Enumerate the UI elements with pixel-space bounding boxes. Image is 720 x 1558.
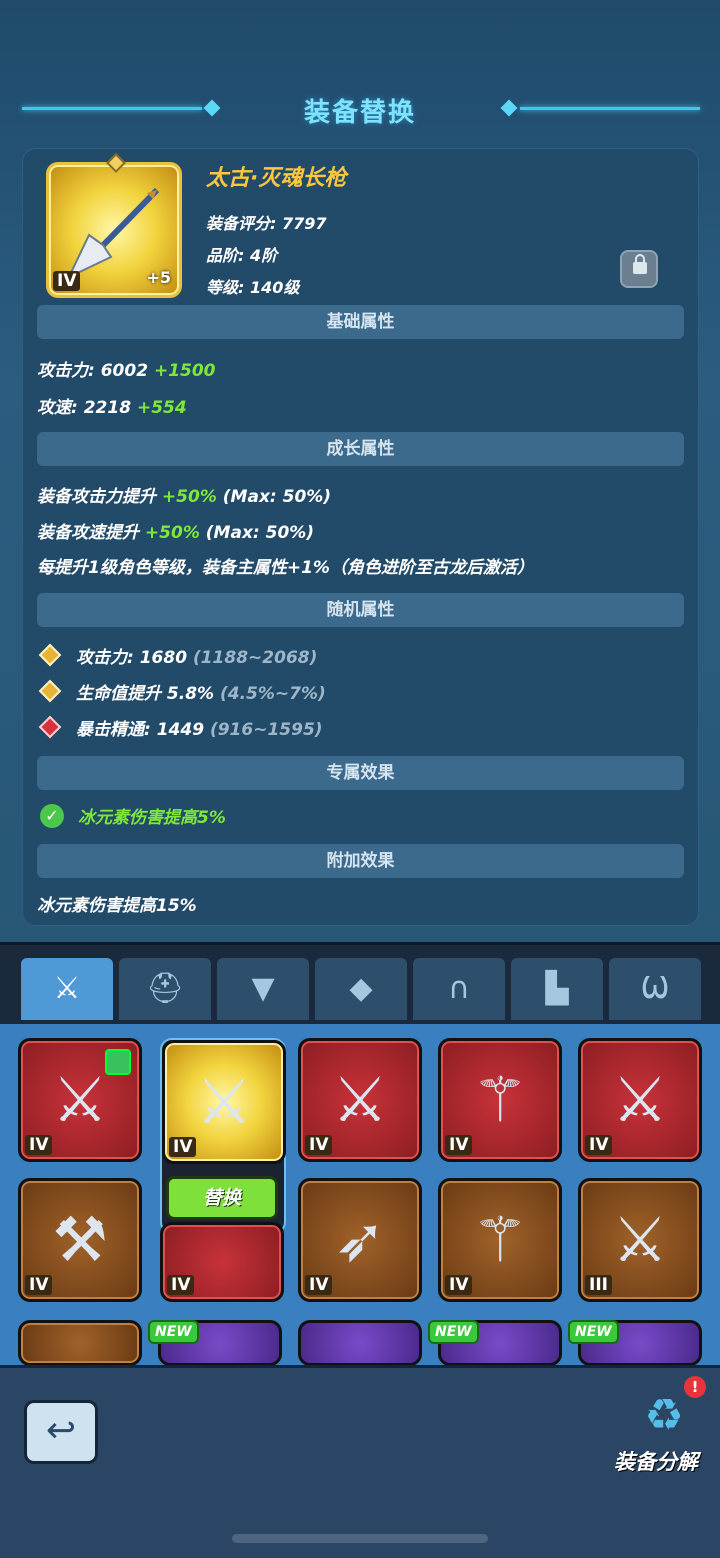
inventory-card[interactable]: IV: [160, 1222, 284, 1302]
recycle-icon: ♻: [644, 1390, 684, 1441]
tier-badge: IV: [305, 1135, 333, 1155]
tab-pants[interactable]: ∩: [413, 958, 505, 1020]
item-score: 装备评分: 7797: [206, 214, 327, 233]
replace-button[interactable]: 替换: [166, 1176, 278, 1220]
tier-badge: IV: [585, 1135, 613, 1155]
inventory-card-partial[interactable]: [18, 1320, 142, 1366]
back-arrow-icon: ↩: [45, 1410, 77, 1451]
random-stat-hp: 生命值提升 5.8% (4.5%~7%): [76, 679, 326, 704]
recycle-label[interactable]: 装备分解: [614, 1446, 698, 1476]
armor-icon: ▼: [251, 971, 275, 1006]
recycle-button[interactable]: ♻: [634, 1388, 694, 1444]
item-grade: 品阶: 4阶: [206, 246, 278, 265]
new-badge: NEW: [148, 1320, 199, 1344]
tier-badge: IV: [169, 1137, 197, 1157]
growth-stat-speed: 装备攻速提升 +50% (Max: 50%): [37, 518, 314, 543]
inventory-card-partial[interactable]: [298, 1320, 422, 1366]
section-extra-effect: 附加效果: [37, 844, 684, 878]
tier-badge: IV: [305, 1275, 333, 1295]
tier-badge: IV: [167, 1275, 195, 1295]
stat-range: (916~1595): [209, 720, 323, 740]
tier-badge: IV: [25, 1135, 53, 1155]
inventory-card[interactable]: ⚔ IV: [18, 1038, 142, 1162]
sword-icon: ⚔: [53, 971, 81, 1006]
base-stat-attack: 攻击力: 6002 +1500: [37, 356, 216, 381]
section-random-stats: 随机属性: [37, 593, 684, 627]
inventory-card[interactable]: ⚔ III: [578, 1178, 702, 1302]
title-row: 装备替换: [0, 88, 720, 128]
stat-range: (4.5%~7%): [220, 684, 326, 704]
extra-effect-text: 冰元素伤害提高15%: [37, 896, 197, 916]
tier-badge: IV: [445, 1275, 473, 1295]
back-button[interactable]: ↩: [24, 1400, 98, 1464]
stat-max: (Max: 50%): [205, 523, 315, 543]
inventory-card[interactable]: ➶ IV: [298, 1178, 422, 1302]
section-base-stats: 基础属性: [37, 305, 684, 339]
section-exclusive-effect: 专属效果: [37, 756, 684, 790]
stat-bonus: +1500: [153, 361, 216, 381]
enhance-level: +5: [146, 268, 171, 287]
base-stat-speed: 攻速: 2218 +554: [37, 393, 187, 418]
stat-label: 装备攻击力提升: [37, 487, 156, 507]
item-level: 等级: 140级: [206, 278, 300, 297]
stat-range: (1188~2068): [192, 648, 318, 668]
equipped-icon: [105, 1049, 131, 1075]
stat-label: 攻击力: 1680: [76, 648, 188, 668]
home-indicator[interactable]: [232, 1534, 488, 1543]
helmet-icon: ⛑: [145, 971, 185, 1006]
inventory-card-selected[interactable]: ⚔ IV: [162, 1040, 286, 1164]
growth-stat-scaling: 每提升1级角色等级，装备主属性+1%（角色进阶至古龙后激活）: [37, 558, 534, 578]
tab-helmet[interactable]: ⛑: [119, 958, 211, 1020]
stat-max: (Max: 50%): [222, 487, 332, 507]
lock-button[interactable]: [620, 250, 658, 288]
item-icon[interactable]: IV +5: [46, 153, 182, 298]
alert-badge: !: [684, 1376, 706, 1398]
tier-badge: IV: [445, 1135, 473, 1155]
stat-bonus: +554: [136, 398, 187, 418]
tab-bracer[interactable]: ◆: [315, 958, 407, 1020]
stat-label: 生命值提升 5.8%: [76, 684, 215, 704]
bottom-bar: [0, 1365, 720, 1558]
inventory-card[interactable]: ⚚ IV: [438, 1038, 562, 1162]
tab-boots[interactable]: ▙: [511, 958, 603, 1020]
stat-label: 暴击精通: 1449: [76, 720, 205, 740]
new-badge: NEW: [568, 1320, 619, 1344]
page-title: 装备替换: [303, 98, 416, 128]
boots-icon: ▙: [545, 971, 569, 1006]
tier-badge: III: [585, 1275, 612, 1295]
inventory-card[interactable]: ⚒ IV: [18, 1178, 142, 1302]
tab-necklace[interactable]: Ѡ: [609, 958, 701, 1020]
stat-bonus: +50%: [144, 523, 200, 543]
stat-label: 攻速: 2218: [37, 398, 132, 418]
exclusive-effect-text: 冰元素伤害提高5%: [78, 808, 226, 828]
new-badge: NEW: [428, 1320, 479, 1344]
check-icon: ✓: [40, 804, 64, 828]
inventory-card[interactable]: ⚚ IV: [438, 1178, 562, 1302]
inventory-card[interactable]: ⚔ IV: [578, 1038, 702, 1162]
stat-label: 装备攻速提升: [37, 523, 139, 543]
tier-badge: IV: [25, 1275, 53, 1295]
item-name: 太古·灭魂长枪: [206, 166, 347, 191]
section-growth-stats: 成长属性: [37, 432, 684, 466]
random-stat-attack: 攻击力: 1680 (1188~2068): [76, 643, 317, 668]
tier-badge: IV: [53, 271, 81, 291]
stat-bonus: +50%: [161, 487, 217, 507]
tab-weapon[interactable]: ⚔: [21, 958, 113, 1020]
pants-icon: ∩: [448, 971, 470, 1006]
bracer-icon: ◆: [349, 971, 373, 1006]
growth-stat-attack: 装备攻击力提升 +50% (Max: 50%): [37, 482, 331, 507]
necklace-icon: Ѡ: [640, 971, 669, 1006]
tab-armor[interactable]: ▼: [217, 958, 309, 1020]
lock-icon: [633, 254, 647, 274]
title-decor-right: [520, 107, 700, 110]
stat-label: 攻击力: 6002: [37, 361, 149, 381]
random-stat-crit: 暴击精通: 1449 (916~1595): [76, 715, 323, 740]
inventory-card[interactable]: ⚔ IV: [298, 1038, 422, 1162]
